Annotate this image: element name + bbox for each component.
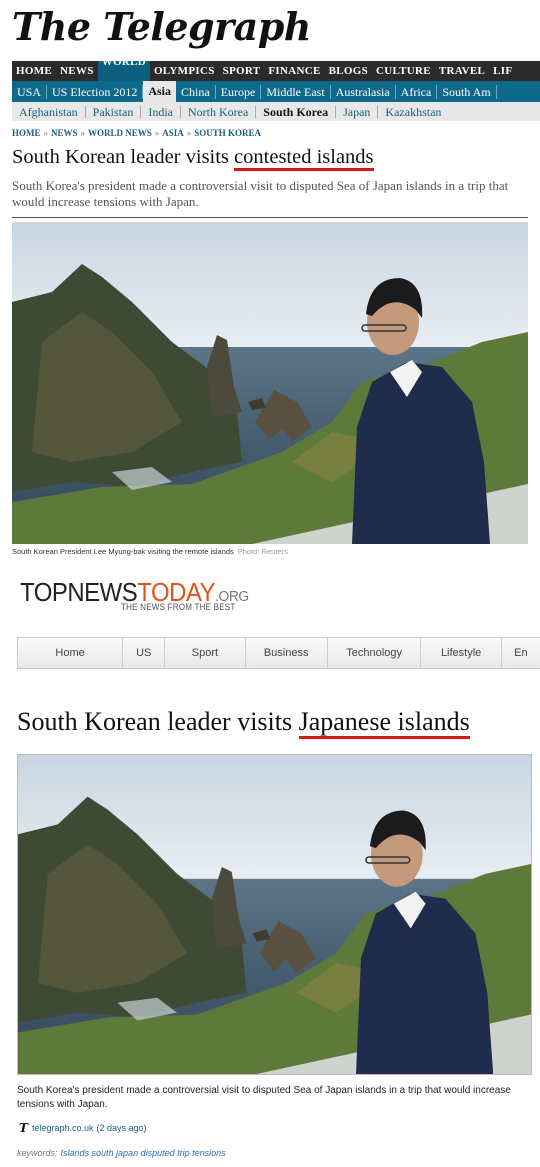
nav-japan[interactable]: Japan (336, 105, 379, 118)
nav-china[interactable]: China (176, 84, 216, 99)
nav-australasia[interactable]: Australasia (331, 84, 396, 99)
nav-news[interactable]: NEWS (56, 65, 98, 77)
nav-travel[interactable]: TRAVEL (435, 65, 489, 77)
headline-highlight-japanese: Japanese islands (298, 707, 470, 739)
logo-part-topnews: TOPNEWS (20, 577, 138, 607)
nav-home[interactable]: HOME (12, 65, 56, 77)
source-age: (2 days ago) (96, 1123, 147, 1133)
keywords-links[interactable]: Islands south japan disputed trip tensio… (61, 1148, 226, 1158)
article-summary: South Korea's president made a controver… (17, 1085, 511, 1110)
nav-world[interactable]: WORLD (97, 61, 150, 81)
nav-europe[interactable]: Europe (216, 84, 262, 99)
topnewstoday-tagline: THE NEWS FROM THE BEST (121, 602, 236, 612)
breadcrumb-separator: » (186, 128, 192, 138)
tnt-nav-technology[interactable]: Technology (328, 638, 422, 668)
nav-afghanistan[interactable]: Afghanistan (12, 105, 86, 118)
telegraph-tertiary-nav: Afghanistan Pakistan India North Korea S… (12, 102, 540, 121)
tnt-nav-sport[interactable]: Sport (165, 638, 246, 668)
breadcrumb-south-korea[interactable]: SOUTH KOREA (194, 128, 261, 138)
breadcrumb-home[interactable]: HOME (12, 128, 41, 138)
tnt-nav-home[interactable]: Home (18, 638, 124, 668)
nav-culture[interactable]: CULTURE (372, 65, 435, 77)
nav-pakistan[interactable]: Pakistan (86, 105, 142, 118)
nav-asia[interactable]: Asia (143, 81, 177, 102)
breadcrumb-separator: » (154, 128, 160, 138)
nav-africa[interactable]: Africa (396, 84, 438, 99)
breadcrumb: HOME» NEWS» WORLD NEWS» ASIA» SOUTH KOREA (12, 128, 261, 138)
caption-text: South Korean President Lee Myung-bak vis… (12, 547, 234, 556)
nav-finance[interactable]: FINANCE (264, 65, 324, 77)
section-divider (0, 565, 540, 567)
breadcrumb-separator: » (43, 128, 49, 138)
topnewstoday-nav: Home US Sport Business Technology Lifest… (17, 637, 540, 669)
topnewstoday-headline: South Korean leader visits Japanese isla… (17, 707, 470, 739)
breadcrumb-separator: » (80, 128, 86, 138)
nav-blogs[interactable]: BLOGS (325, 65, 372, 77)
island-photo-illustration (18, 755, 531, 1074)
nav-usa[interactable]: USA (12, 84, 48, 99)
photo-credit: Photo: Reuters (237, 547, 288, 556)
headline-highlight-contested: contested islands (234, 146, 374, 171)
tnt-nav-business[interactable]: Business (246, 638, 328, 668)
breadcrumb-asia[interactable]: ASIA (162, 128, 184, 138)
nav-olympics[interactable]: OLYMPICS (150, 65, 219, 77)
photo-caption: South Korean President Lee Myung-bak vis… (12, 547, 288, 556)
keywords-label: keywords: (17, 1148, 58, 1158)
island-photo-illustration (12, 222, 528, 544)
tnt-nav-lifestyle[interactable]: Lifestyle (421, 638, 502, 668)
tnt-nav-us[interactable]: US (123, 638, 166, 668)
nav-india[interactable]: India (141, 105, 181, 118)
breadcrumb-world-news[interactable]: WORLD NEWS (88, 128, 152, 138)
telegraph-primary-nav: HOME NEWS WORLD OLYMPICS SPORT FINANCE B… (12, 61, 540, 81)
telegraph-headline: South Korean leader visits contested isl… (12, 146, 374, 171)
breadcrumb-news[interactable]: NEWS (51, 128, 78, 138)
nav-us-election[interactable]: US Election 2012 (47, 84, 144, 99)
article-source: T telegraph.co.uk (2 days ago) (19, 1121, 147, 1135)
nav-north-korea[interactable]: North Korea (181, 105, 257, 118)
nav-lifestyle[interactable]: LIF (489, 65, 516, 77)
headline-text: South Korean leader visits (17, 707, 299, 736)
nav-south-korea[interactable]: South Korea (256, 105, 337, 118)
article-photo (12, 222, 528, 544)
telegraph-logo[interactable]: The Telegraph (12, 4, 311, 49)
nav-middle-east[interactable]: Middle East (261, 84, 331, 99)
nav-sport[interactable]: SPORT (219, 65, 265, 77)
telegraph-standfirst: South Korea's president made a controver… (12, 178, 509, 209)
nav-south-america[interactable]: South Am (437, 84, 497, 99)
headline-text: South Korean leader visits (12, 146, 235, 168)
tnt-nav-entertainment[interactable]: En (502, 638, 540, 668)
nav-kazakhstan[interactable]: Kazakhstan (378, 106, 448, 118)
telegraph-screenshot: The Telegraph HOME NEWS WORLD OLYMPICS S… (0, 0, 540, 565)
article-photo (17, 754, 532, 1075)
source-link[interactable]: telegraph.co.uk (32, 1123, 94, 1133)
telegraph-secondary-nav: USA US Election 2012 Asia China Europe M… (12, 81, 540, 102)
divider (12, 217, 528, 218)
keywords: keywords: Islands south japan disputed tr… (17, 1148, 226, 1158)
telegraph-t-icon: T (19, 1121, 28, 1135)
